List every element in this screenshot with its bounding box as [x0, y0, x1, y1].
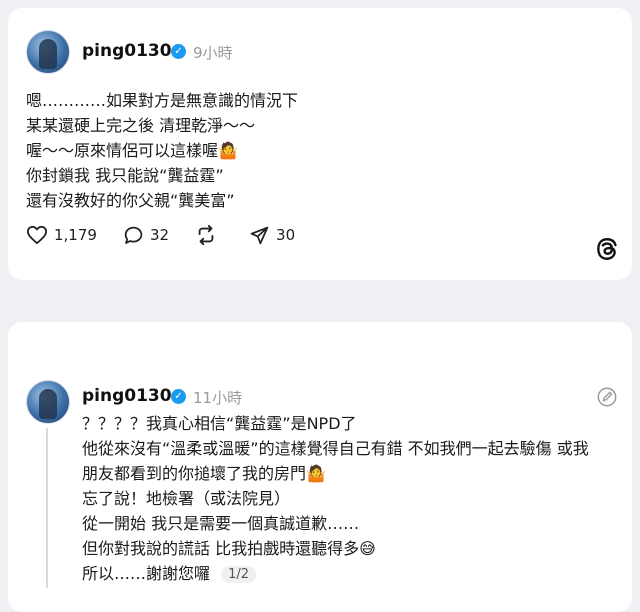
- shrug-emoji: 🤷: [306, 464, 326, 483]
- post-card-1: ping0130 ✓ 9小時 嗯…………如果對方是無意識的情況下 某某還硬上完之…: [8, 8, 632, 280]
- username[interactable]: ping0130: [82, 41, 172, 61]
- shrug-emoji: 🤷: [218, 141, 238, 160]
- verified-check-icon: ✓: [171, 44, 186, 59]
- post-line: 從一開始 我只是需要一個真誠道歉……: [82, 514, 360, 533]
- repost-button[interactable]: [195, 224, 223, 246]
- post-line: 還有沒教好的你父親“龔美富”: [26, 191, 235, 210]
- post-time: 9小時: [193, 44, 233, 62]
- username[interactable]: ping0130: [82, 386, 172, 406]
- post-line: 喔～～原來情侶可以這樣喔🤷: [26, 138, 298, 163]
- post-text: 嗯…………如果對方是無意識的情況下 某某還硬上完之後 清理乾淨～～ 喔～～原來情…: [26, 88, 298, 213]
- post-time: 11小時: [193, 389, 243, 407]
- post-card-2: ping0130 ✓ 11小時 ？？？？我真心相信“龔益霆”是NPD了 他從來沒…: [8, 322, 632, 612]
- sweat-smile-emoji: 😅: [359, 539, 376, 558]
- comment-count: 32: [149, 226, 170, 244]
- post-line: 忘了說！地檢署（或法院見）: [82, 489, 291, 508]
- threads-logo-icon[interactable]: [594, 236, 620, 262]
- post-line: ？？？？我真心相信“龔益霆”是NPD了: [82, 414, 357, 433]
- share-count: 30: [276, 226, 296, 244]
- send-icon: [250, 226, 269, 244]
- post-line: 但你對我說的謊話 比我拍戲時還聽得多😅: [82, 536, 589, 561]
- like-count: 1,179: [54, 226, 97, 244]
- image-pager[interactable]: 1/2: [221, 566, 257, 583]
- post-actions: 1,179 32 30: [26, 224, 321, 246]
- post-line: 所以……謝謝您囉 1/2: [82, 561, 589, 588]
- post-line: 嗯…………如果對方是無意識的情況下: [26, 91, 299, 110]
- avatar[interactable]: [26, 380, 70, 424]
- like-button[interactable]: 1,179: [26, 225, 97, 245]
- thread-line: [46, 428, 48, 588]
- comment-button[interactable]: 32: [123, 225, 169, 246]
- post-text: ？？？？我真心相信“龔益霆”是NPD了 他從來沒有“溫柔或溫暖”的這樣覺得自己有…: [82, 411, 589, 588]
- repost-icon: [198, 224, 214, 246]
- post-line: 他從來沒有“溫柔或溫暖”的這樣覺得自己有錯 不如我們一起去驗傷 或我: [82, 439, 589, 458]
- heart-icon: [26, 225, 47, 245]
- avatar[interactable]: [26, 30, 70, 74]
- post-line: 你封鎖我 我只能說“龔益霆”: [26, 166, 224, 185]
- edit-icon[interactable]: [596, 386, 618, 408]
- share-button[interactable]: 30: [249, 225, 295, 246]
- post-line: 某某還硬上完之後 清理乾淨～～: [26, 116, 256, 135]
- verified-check-icon: ✓: [171, 389, 186, 404]
- comment-bubble-icon: [124, 226, 143, 244]
- post-line: 朋友都看到的你搥壞了我的房門🤷: [82, 461, 589, 486]
